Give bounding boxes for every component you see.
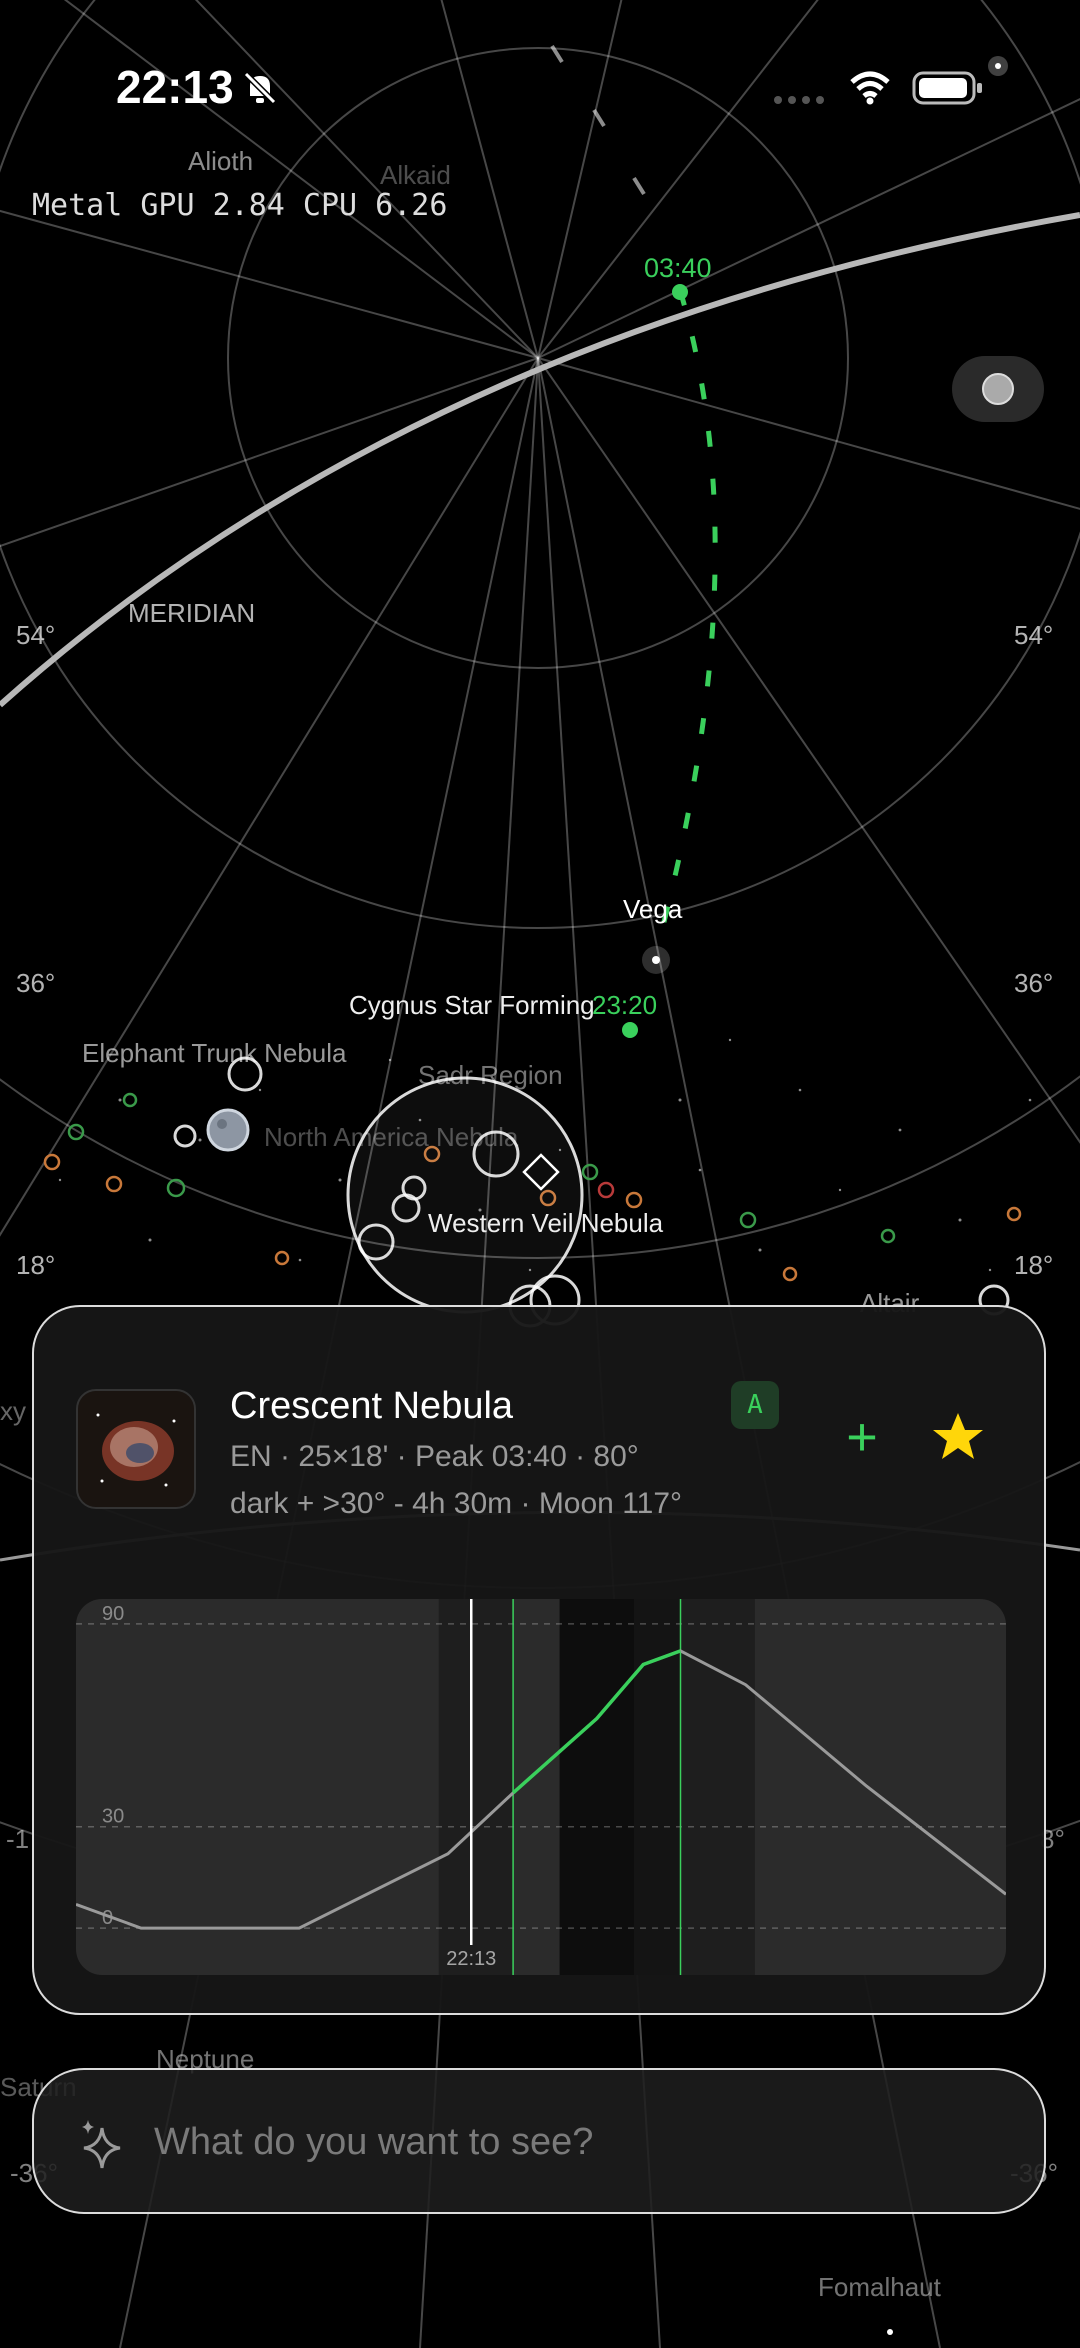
- battery-icon: [912, 71, 982, 105]
- star-label-alkaid[interactable]: Alkaid: [380, 160, 451, 191]
- cellular-signal-icon: [774, 96, 824, 104]
- meridian-label: MERIDIAN: [128, 598, 256, 628]
- favorite-star-icon[interactable]: [928, 1407, 988, 1467]
- deg-label-partial-left: -1: [6, 1824, 30, 1854]
- rating-badge: A: [731, 1381, 779, 1429]
- sparkles-icon: [82, 2120, 121, 2169]
- night-band: [559, 1599, 634, 1975]
- metal-stats: Metal GPU 2.84 CPU 6.26: [32, 188, 448, 223]
- object-title: Crescent Nebula: [230, 1385, 514, 1427]
- object-detail-card[interactable]: Crescent Nebula EN · 25×18' · Peak 03:40…: [32, 1305, 1046, 2015]
- object-label-elephant[interactable]: Elephant Trunk Nebula: [82, 1038, 347, 1069]
- y-tick-label-90: 90: [102, 1603, 124, 1625]
- deg-label-54-right: 54°: [1014, 620, 1054, 650]
- twilight-band: [438, 1599, 514, 1975]
- y-tick-label-30: 30: [102, 1806, 124, 1828]
- location-toggle-button[interactable]: [952, 356, 1044, 422]
- add-to-plan-button[interactable]: +: [834, 1409, 890, 1465]
- object-label-sadr[interactable]: Sadr Region: [418, 1060, 563, 1091]
- star-label-alioth[interactable]: Alioth: [188, 146, 253, 177]
- star-label-fomalhaut[interactable]: Fomalhaut: [818, 2272, 941, 2303]
- object-label-cygnus[interactable]: Cygnus Star Forming: [349, 990, 595, 1021]
- search-input[interactable]: [152, 2108, 996, 2176]
- deg-label-18-right: 18°: [1014, 1250, 1054, 1280]
- object-visibility: dark + >30° - 4h 30m · Moon 117°: [230, 1487, 683, 1520]
- now-marker-label: 22:13: [446, 1948, 496, 1970]
- nebula-image: [78, 1391, 194, 1507]
- toggle-knob: [982, 373, 1014, 405]
- object-label-western-veil[interactable]: Western Veil Nebula: [428, 1208, 663, 1239]
- deg-label-18-left: 18°: [16, 1250, 56, 1280]
- deg-label-36-left: 36°: [16, 968, 56, 998]
- object-thumbnail: [76, 1389, 196, 1509]
- object-summary: EN · 25×18' · Peak 03:40 · 80°: [230, 1440, 639, 1473]
- deg-label-36-right: 36°: [1014, 968, 1054, 998]
- altitude-chart-svg: 9030022:13: [76, 1599, 1006, 1975]
- status-time: 22:13: [116, 61, 234, 113]
- deg-label-54-left: 54°: [16, 620, 56, 650]
- object-label-north-america[interactable]: North America Nebula: [264, 1122, 518, 1153]
- wifi-icon: [850, 71, 890, 105]
- search-bar[interactable]: [32, 2068, 1046, 2214]
- altitude-curve: [76, 1649, 1006, 1930]
- bell-slash-icon: [243, 71, 277, 105]
- rise-time-label: 23:20: [592, 990, 658, 1020]
- peak-time-label: 03:40: [644, 253, 712, 283]
- star-label-vega[interactable]: Vega: [623, 894, 682, 925]
- partial-label-xy: xy: [0, 1396, 26, 1426]
- altitude-chart[interactable]: 90 30 0 22:13: [76, 1599, 1006, 1975]
- dark-band: [634, 1599, 681, 1975]
